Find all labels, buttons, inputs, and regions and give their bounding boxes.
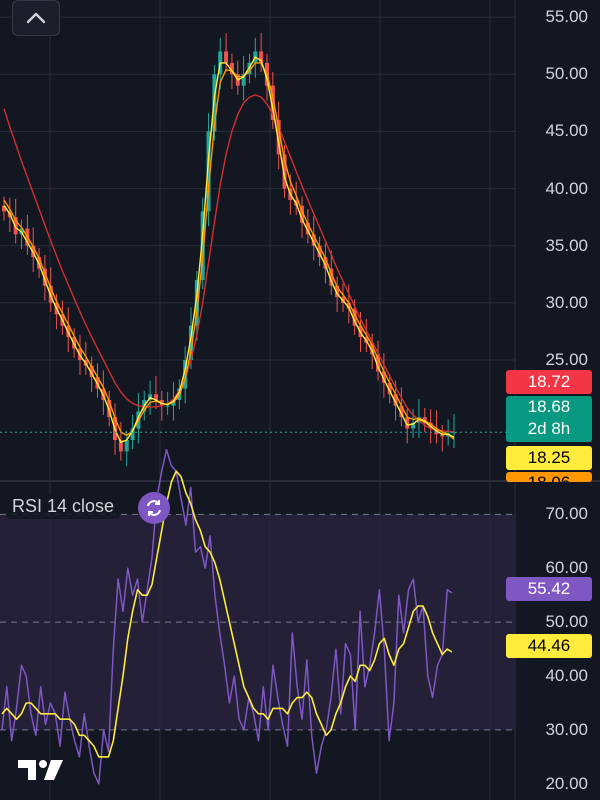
candle-body — [124, 440, 129, 452]
price-tag: 18.68 2d 8h — [506, 396, 592, 442]
rsi-axis-label: 50.00 — [545, 612, 588, 632]
rsi-value-tag: 44.46 — [506, 634, 592, 658]
rsi-axis-label: 30.00 — [545, 719, 588, 739]
price-axis-label: 35.00 — [545, 235, 588, 255]
price-tag-countdown: 2d 8h — [527, 419, 571, 438]
price-axis-label: 30.00 — [545, 292, 588, 312]
price-tag: 18.06 — [506, 472, 592, 482]
collapse-button[interactable] — [12, 0, 60, 36]
rsi-axis-label: 70.00 — [545, 504, 588, 524]
price-tag: 18.25 — [506, 446, 592, 470]
price-axis-label: 25.00 — [545, 350, 588, 369]
rsi-value-tag: 55.42 — [506, 577, 592, 601]
price-tag: 18.72 — [506, 370, 592, 394]
price-axis-label: 55.00 — [545, 7, 588, 27]
price-tag-value: 18.25 — [527, 448, 571, 467]
price-tag-value: 18.72 — [527, 372, 571, 391]
candle-body — [224, 51, 229, 63]
candle-body — [165, 405, 170, 407]
price-axis-label: 50.00 — [545, 64, 588, 84]
rsi-indicator-title[interactable]: RSI 14 close — [6, 494, 121, 519]
rsi-axis-label: 60.00 — [545, 558, 588, 578]
refresh-button[interactable] — [138, 492, 170, 524]
chevron-up-icon — [26, 12, 46, 24]
tradingview-logo-icon[interactable] — [16, 756, 68, 784]
rsi-axis-label: 20.00 — [545, 773, 588, 793]
price-axis-label: 40.00 — [545, 178, 588, 198]
price-axis-label: 45.00 — [545, 121, 588, 141]
price-tag-value: 18.06 — [528, 473, 571, 482]
price-tag-value: 18.68 — [527, 397, 571, 416]
refresh-icon — [147, 500, 161, 516]
rsi-axis-label: 40.00 — [545, 666, 588, 686]
